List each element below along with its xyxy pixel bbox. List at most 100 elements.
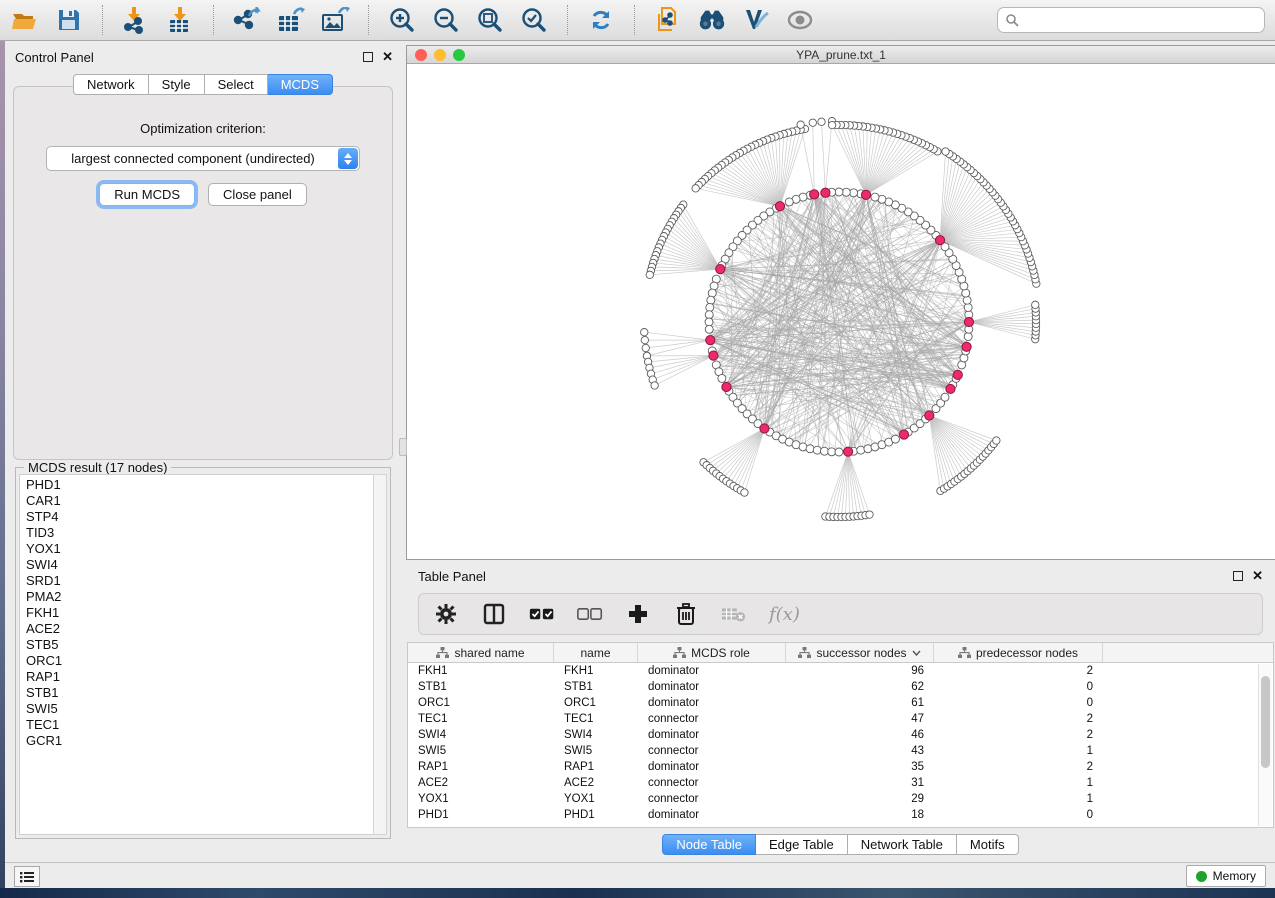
panel-splitter-handle[interactable] [399, 438, 407, 456]
tab-network-table[interactable]: Network Table [848, 834, 957, 855]
mcds-node-item[interactable]: TID3 [26, 525, 373, 541]
mcds-node-item[interactable]: FKH1 [26, 605, 373, 621]
network-window-titlebar[interactable]: YPA_prune.txt_1 [407, 46, 1275, 64]
table-row[interactable]: FKH1FKH1dominator962 [408, 663, 1273, 679]
find-button[interactable] [697, 5, 727, 35]
open-session-button[interactable] [10, 5, 40, 35]
mcds-node-item[interactable]: YOX1 [26, 541, 373, 557]
tab-style[interactable]: Style [149, 74, 205, 95]
mcds-node-item[interactable]: SWI4 [26, 557, 373, 573]
mcds-result-title: MCDS result (17 nodes) [24, 460, 171, 475]
table-scrollbar[interactable] [1258, 664, 1272, 826]
cell-mcds_role: dominator [638, 681, 786, 693]
import-table-button[interactable] [165, 5, 195, 35]
gear-button[interactable] [433, 601, 459, 627]
export-table-button[interactable] [276, 5, 306, 35]
column-header-shared-name[interactable]: shared name [408, 643, 554, 662]
column-header-MCDS-role[interactable]: MCDS role [638, 643, 786, 662]
mcds-node-item[interactable]: PMA2 [26, 589, 373, 605]
tab-select[interactable]: Select [205, 74, 268, 95]
tab-motifs[interactable]: Motifs [957, 834, 1019, 855]
app-window: Control Panel ✕ NetworkStyleSelectMCDS O… [0, 0, 1275, 898]
mcds-tab-content: Optimization criterion: largest connecte… [13, 86, 393, 460]
close-table-panel-icon[interactable]: ✕ [1252, 571, 1263, 581]
search-box[interactable] [997, 7, 1265, 33]
plus-button[interactable] [625, 601, 651, 627]
export-image-button[interactable] [320, 5, 350, 35]
show-hide-details-button[interactable] [785, 5, 815, 35]
column-header-successor-nodes[interactable]: successor nodes [786, 643, 934, 662]
mcds-node-item[interactable]: TEC1 [26, 717, 373, 733]
import-network-button[interactable] [121, 5, 151, 35]
mcds-node-item[interactable]: SRD1 [26, 573, 373, 589]
zoom-fit-button[interactable] [475, 5, 505, 35]
close-panel-icon[interactable]: ✕ [382, 52, 393, 62]
tab-mcds[interactable]: MCDS [268, 74, 333, 95]
column-header-name[interactable]: name [554, 643, 638, 662]
clone-network-button[interactable] [653, 5, 683, 35]
column-label: MCDS role [691, 646, 750, 660]
column-header-filler [1103, 643, 1273, 662]
column-header-predecessor-nodes[interactable]: predecessor nodes [934, 643, 1103, 662]
table-row[interactable]: STB1STB1dominator620 [408, 679, 1273, 695]
hierarchy-icon [436, 647, 449, 659]
mcds-node-item[interactable]: GCR1 [26, 733, 373, 749]
table-row[interactable]: SWI5SWI5connector431 [408, 743, 1273, 759]
mcds-node-item[interactable]: CAR1 [26, 493, 373, 509]
mcds-node-item[interactable]: STB5 [26, 637, 373, 653]
table-header-row: shared namename MCDS role successor nodesp… [408, 643, 1273, 663]
vizmapper-button[interactable] [741, 5, 771, 35]
table-scrollbar-thumb[interactable] [1261, 676, 1270, 768]
table-row[interactable]: YOX1YOX1connector291 [408, 791, 1273, 807]
mcds-node-item[interactable]: ACE2 [26, 621, 373, 637]
zoom-in-button[interactable] [387, 5, 417, 35]
table-row[interactable]: TEC1TEC1connector472 [408, 711, 1273, 727]
hierarchy-icon [673, 647, 686, 659]
float-panel-icon[interactable] [363, 52, 373, 62]
check-pair-button[interactable] [529, 601, 555, 627]
mcds-node-item[interactable]: ORC1 [26, 653, 373, 669]
search-icon [1005, 13, 1019, 27]
columns-button[interactable] [481, 601, 507, 627]
mcds-result-list[interactable]: PHD1CAR1STP4TID3YOX1SWI4SRD1PMA2FKH1ACE2… [19, 474, 373, 835]
cell-predecessor_nodes: 2 [934, 761, 1103, 773]
table-delete-button[interactable] [721, 601, 747, 627]
task-history-button[interactable] [14, 866, 40, 887]
zoom-selected-button[interactable] [519, 5, 549, 35]
mcds-node-item[interactable]: STP4 [26, 509, 373, 525]
cell-successor_nodes: 46 [786, 729, 934, 741]
memory-button[interactable]: Memory [1186, 865, 1266, 887]
tab-network[interactable]: Network [73, 74, 149, 95]
mcds-node-item[interactable]: STB1 [26, 685, 373, 701]
network-canvas[interactable] [407, 64, 1275, 559]
close-panel-button[interactable]: Close panel [208, 183, 307, 206]
cell-shared_name: SWI4 [408, 729, 554, 741]
table-row[interactable]: RAP1RAP1dominator352 [408, 759, 1273, 775]
cell-name: YOX1 [554, 793, 638, 805]
export-network-button[interactable] [232, 5, 262, 35]
tab-node-table[interactable]: Node Table [662, 834, 756, 855]
table-row[interactable]: SWI4SWI4dominator462 [408, 727, 1273, 743]
table-row[interactable]: ACE2ACE2connector311 [408, 775, 1273, 791]
mcds-node-item[interactable]: PHD1 [26, 477, 373, 493]
cell-shared_name: TEC1 [408, 713, 554, 725]
mcds-node-item[interactable]: SWI5 [26, 701, 373, 717]
cell-shared_name: SWI5 [408, 745, 554, 757]
search-input[interactable] [1024, 13, 1257, 27]
mcds-list-scrollbar[interactable] [373, 474, 387, 835]
optimization-label: Optimization criterion: [140, 121, 266, 136]
run-mcds-button[interactable]: Run MCDS [99, 183, 195, 206]
tab-edge-table[interactable]: Edge Table [756, 834, 848, 855]
zoom-out-button[interactable] [431, 5, 461, 35]
float-table-panel-icon[interactable] [1233, 571, 1243, 581]
optimization-select[interactable]: largest connected component (undirected) [46, 146, 360, 171]
uncheck-pair-button[interactable] [577, 601, 603, 627]
trash-button[interactable] [673, 601, 699, 627]
table-row[interactable]: ORC1ORC1dominator610 [408, 695, 1273, 711]
cell-successor_nodes: 18 [786, 809, 934, 821]
mcds-node-item[interactable]: RAP1 [26, 669, 373, 685]
table-row[interactable]: PHD1PHD1dominator180 [408, 807, 1273, 823]
save-session-button[interactable] [54, 5, 84, 35]
sort-descending-icon[interactable] [912, 650, 921, 656]
refresh-button[interactable] [586, 5, 616, 35]
